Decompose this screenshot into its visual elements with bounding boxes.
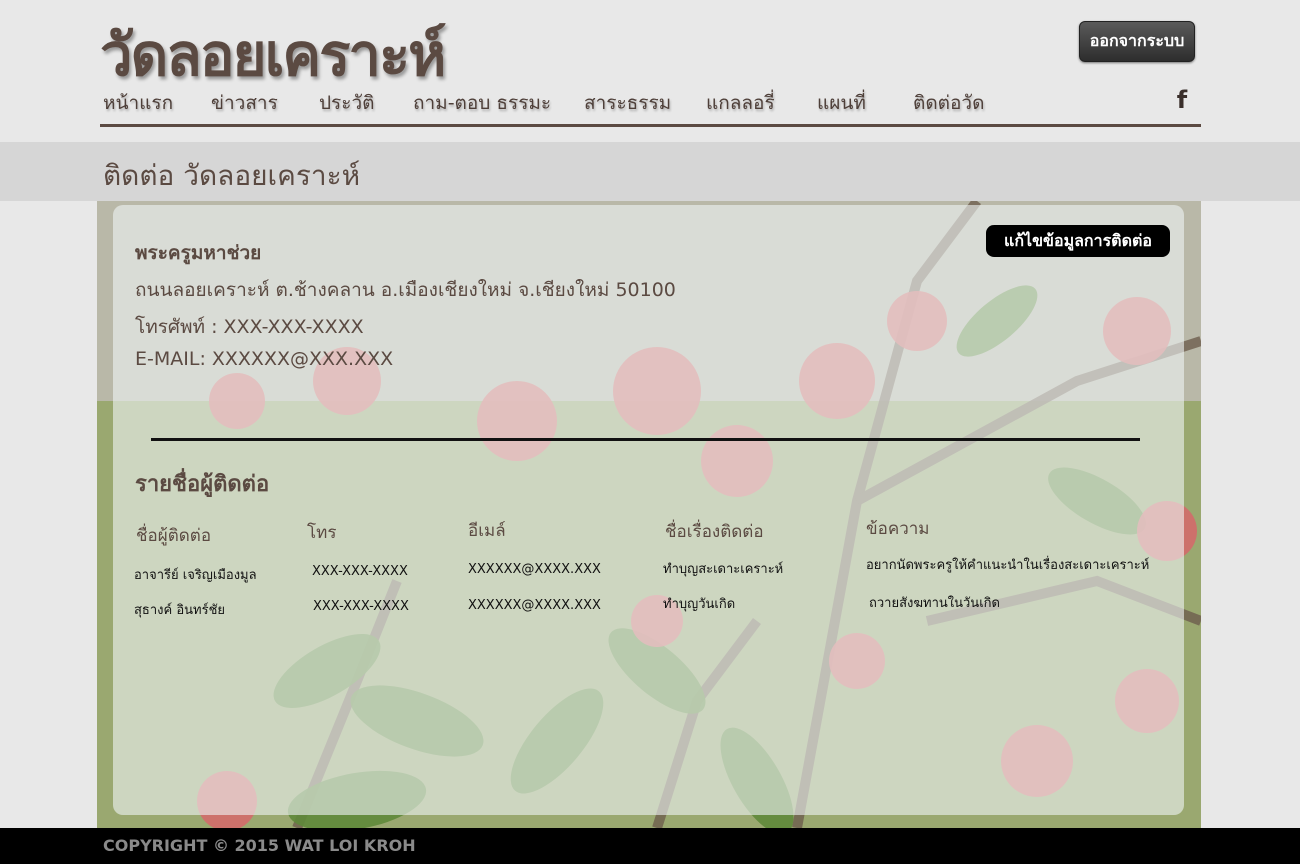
contact-phone: โทรศัพท์ : XXX-XXX-XXXX [135,316,364,338]
cell-email: XXXXXX@XXXX.XXX [468,598,601,613]
nav-item-map[interactable]: แผนที่ [817,88,866,118]
contact-address: ถนนลอยเคราะห์ ต.ช้างคลาน อ.เมืองเชียงใหม… [135,279,676,301]
cell-message: ถวายสังฆทานในวันเกิด [869,596,1000,611]
cell-name: อาจารีย์ เจริญเมืองมูล [134,568,257,583]
nav-item-news[interactable]: ข่าวสาร [211,88,278,118]
column-header-subject: ชื่อเรื่องติดต่อ [665,522,764,542]
contact-list-title: รายชื่อผู้ติดต่อ [135,472,270,497]
nav-item-dharma-qa[interactable]: ถาม-ตอบ ธรรมะ [413,88,551,118]
nav-item-contact[interactable]: ติดต่อวัด [913,88,984,118]
nav-item-dharma-articles[interactable]: สาระธรรม [584,88,671,118]
cell-email: XXXXXX@XXXX.XXX [468,562,601,577]
column-header-email: อีเมล์ [468,521,506,541]
facebook-icon[interactable]: f [1173,86,1191,114]
column-header-phone: โทร [307,523,337,543]
nav-item-history[interactable]: ประวัติ [319,88,374,118]
cell-name: สุธางค์ อินทร์ชัย [134,603,226,618]
cell-phone: XXX-XXX-XXXX [312,564,408,579]
logout-button[interactable]: ออกจากระบบ [1079,21,1195,62]
nav-item-home[interactable]: หน้าแรก [103,88,173,118]
nav-item-gallery[interactable]: แกลลอรี่ [706,88,775,118]
section-divider [151,438,1140,441]
contact-email: E-MAIL: XXXXXX@XXX.XXX [135,348,394,370]
edit-contact-button[interactable]: แก้ไขข้อมูลการติดต่อ [986,225,1170,257]
footer-copyright: COPYRIGHT © 2015 WAT LOI KROH [103,836,416,855]
column-header-name: ชื่อผู้ติดต่อ [136,526,212,546]
cell-phone: XXX-XXX-XXXX [313,599,409,614]
page-title: ติดต่อ วัดลอยเคราะห์ [103,159,361,192]
column-header-message: ข้อความ [866,519,930,539]
nav-divider [100,124,1201,127]
cell-subject: ทำบุญวันเกิด [663,597,736,612]
cell-message: อยากนัดพระครูให้คำแนะนำในเรื่องสะเดาะเคร… [866,558,1150,573]
cell-subject: ทำบุญสะเดาะเคราะห์ [663,562,784,577]
contact-name: พระครูมหาช่วย [135,242,262,264]
